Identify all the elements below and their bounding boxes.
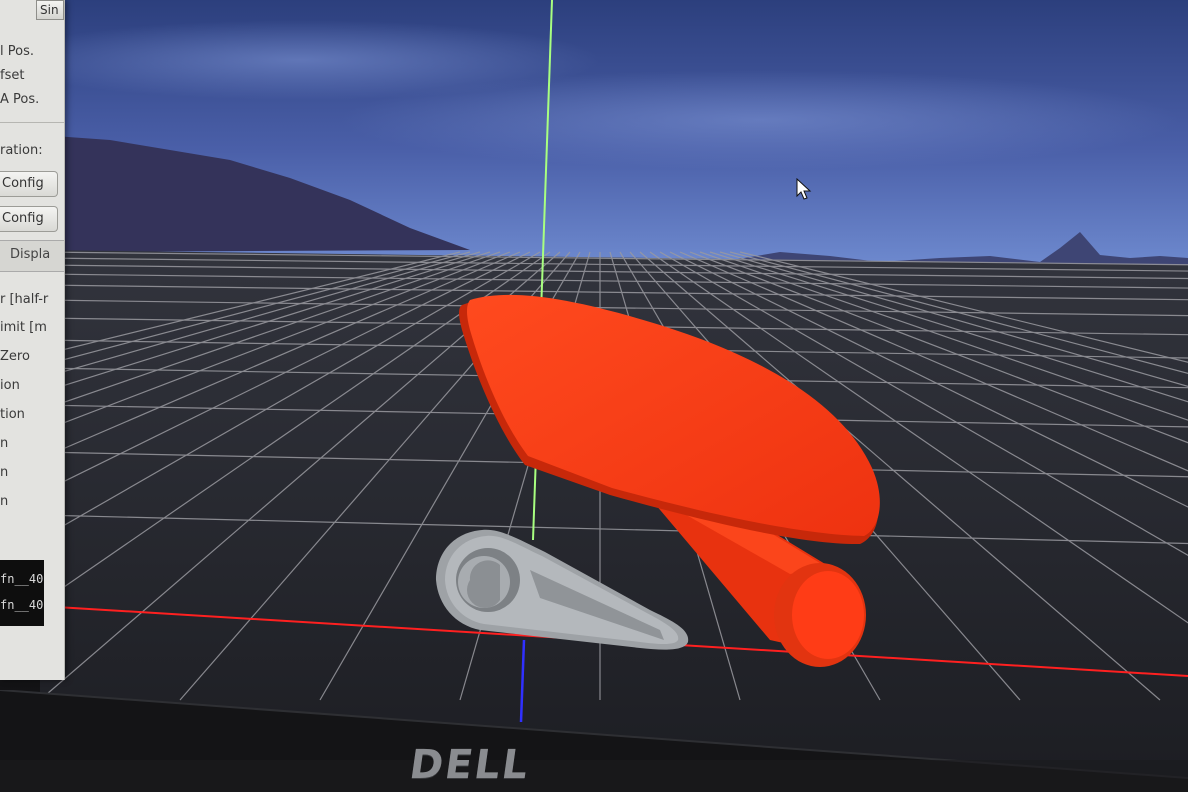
panel-label: ration: [0,143,43,158]
console-output[interactable]: fn__40 fn__40 [0,560,44,626]
panel-label: fset [0,68,25,83]
monitor-bezel [0,690,1188,792]
cloud [0,20,600,100]
monitor-photo: Sin l Pos. fset A Pos. ration: Config Co… [0,0,1188,792]
control-panel: Sin l Pos. fset A Pos. ration: Config Co… [0,0,65,680]
panel-label: l Pos. [0,44,34,59]
panel-label: n [0,436,9,451]
tab-label: Displa [10,247,51,262]
config-button[interactable]: Config [0,171,58,197]
panel-label: n [0,494,9,509]
tab-display[interactable]: Displa [0,240,64,272]
monitor-brand-logo: DELL [406,742,533,788]
console-line: fn__40 [0,598,44,612]
mouse-cursor-icon [796,178,812,200]
divider [0,122,64,123]
console-line: fn__40 [0,572,44,586]
panel-label: tion [0,407,25,422]
panel-label: n [0,465,9,480]
panel-label: imit [m [0,320,47,335]
panel-label: r [half-r [0,292,49,307]
config-button[interactable]: Config [0,206,58,232]
3d-viewport[interactable] [0,0,1188,792]
panel-label: A Pos. [0,92,40,107]
simulate-button[interactable]: Sin [36,0,64,20]
panel-label: Zero [0,349,30,364]
panel-label: ion [0,378,20,393]
